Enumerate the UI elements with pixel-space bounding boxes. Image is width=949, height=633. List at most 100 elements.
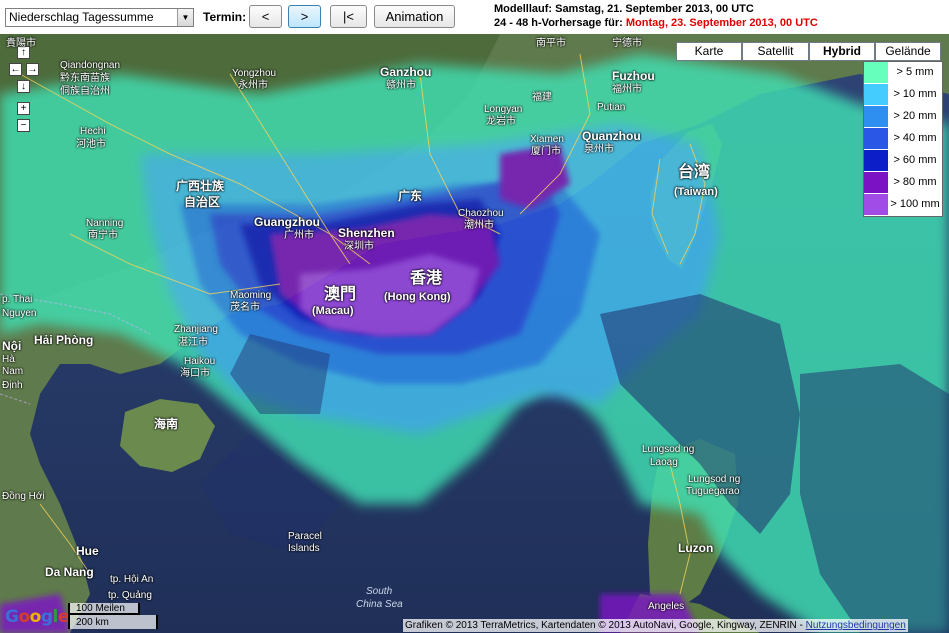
place-label: Zhanjiang	[174, 324, 218, 335]
legend-swatch	[864, 194, 888, 215]
legend-row: > 20 mm	[864, 106, 942, 128]
place-label: Lungsod ng	[642, 444, 695, 455]
pan-right-icon[interactable]: →	[26, 63, 39, 76]
place-label: 潮州市	[464, 220, 494, 231]
place-label: 河池市	[76, 139, 106, 150]
place-label: Longyan	[484, 104, 523, 115]
legend-label: > 100 mm	[890, 198, 940, 210]
scale-bar: 100 Meilen 200 km	[68, 601, 158, 631]
place-label: Quanzhou	[582, 129, 641, 143]
place-label: Ganzhou	[380, 65, 432, 79]
scale-km-label: 200 km	[76, 617, 109, 628]
place-label: Chaozhou	[458, 208, 504, 219]
map-canvas[interactable]: Karte Satellit Hybrid Gelände > 5 mm > 1…	[0, 34, 949, 633]
place-label: p. Thai	[2, 294, 33, 305]
forecast-date: Montag, 23. September 2013, 00 UTC	[625, 17, 818, 29]
parameter-select[interactable]: Niederschlag Tagessumme ▼	[5, 8, 194, 27]
google-logo[interactable]: Google	[5, 607, 69, 627]
place-label: 深圳市	[344, 241, 374, 252]
place-label: Luzon	[678, 541, 714, 555]
legend-row: > 60 mm	[864, 150, 942, 172]
legend-swatch	[864, 172, 888, 193]
place-label: 澳門	[324, 286, 357, 303]
map-type-gelaende[interactable]: Gelände	[875, 42, 941, 61]
legend-swatch	[864, 84, 888, 105]
chevron-down-icon[interactable]: ▼	[177, 9, 193, 26]
zoom-in-icon[interactable]: +	[17, 102, 30, 115]
place-label: 貴陽市	[6, 38, 36, 49]
forecast-line: 24 - 48 h-Vorhersage für: Montag, 23. Se…	[494, 16, 818, 30]
place-label: 侗族自治州	[60, 86, 110, 97]
legend-swatch	[864, 150, 888, 171]
map-attribution: Grafiken © 2013 TerraMetrics, Kartendate…	[403, 619, 908, 632]
place-label: Hechi	[80, 126, 106, 137]
place-label: 海南	[154, 417, 179, 431]
legend-label: > 40 mm	[893, 132, 937, 144]
place-label: Nguyen	[2, 308, 37, 319]
legend-label: > 10 mm	[893, 88, 937, 100]
place-label: 赣州市	[386, 80, 416, 91]
animation-button[interactable]: Animation	[374, 5, 455, 28]
legend-label: > 60 mm	[893, 154, 937, 166]
place-label: 福州市	[612, 84, 642, 95]
place-label: 茂名市	[230, 302, 260, 313]
place-label: Islands	[288, 543, 320, 554]
place-label: Laoag	[650, 457, 678, 468]
place-label: South	[366, 586, 393, 597]
place-label: (Macau)	[312, 305, 354, 317]
place-label: Fuzhou	[612, 69, 655, 83]
place-label: 南宁市	[88, 230, 118, 241]
first-button[interactable]: |<	[330, 5, 367, 28]
place-label: 厦门市	[531, 146, 561, 157]
legend-swatch	[864, 62, 888, 83]
place-label: Nam	[2, 366, 24, 377]
place-label: Hà	[2, 354, 15, 365]
legend-swatch	[864, 128, 888, 149]
place-label: Qiandongnan	[60, 60, 121, 71]
legend-row: > 80 mm	[864, 172, 942, 194]
place-label: 湛江市	[178, 337, 208, 348]
model-run-text: Modelllauf: Samstag, 21. September 2013,…	[494, 3, 754, 15]
previous-button[interactable]: <	[249, 5, 282, 28]
place-label: 宁德市	[612, 38, 642, 49]
forecast-prefix: 24 - 48 h-Vorhersage für:	[494, 17, 623, 29]
map-type-hybrid[interactable]: Hybrid	[809, 42, 875, 61]
legend-row: > 10 mm	[864, 84, 942, 106]
place-label: Paracel	[288, 531, 322, 542]
map-type-satellit[interactable]: Satellit	[742, 42, 809, 61]
place-label: 黔东南苗族	[60, 73, 110, 84]
place-label: 广西壮族	[176, 179, 225, 193]
place-label: Putian	[597, 102, 626, 113]
legend-row: > 40 mm	[864, 128, 942, 150]
place-label: Nanning	[86, 218, 124, 229]
place-label: Hải Phòng	[34, 333, 94, 347]
place-label: Hue	[76, 544, 99, 558]
place-label: 福建	[532, 92, 552, 103]
legend-label: > 5 mm	[896, 66, 934, 78]
attribution-text: Grafiken © 2013 TerraMetrics, Kartendate…	[405, 620, 803, 631]
place-label: 香港	[410, 270, 443, 287]
place-label: tp. Hội An	[110, 574, 154, 585]
map-type-karte[interactable]: Karte	[676, 42, 742, 61]
place-label: China Sea	[356, 599, 403, 610]
place-label: Haikou	[184, 356, 216, 367]
place-label: Định	[2, 380, 23, 391]
forecast-info: Modelllauf: Samstag, 21. September 2013,…	[494, 2, 818, 30]
place-label: 永州市	[238, 80, 268, 91]
legend-row: > 100 mm	[864, 194, 942, 216]
next-button[interactable]: >	[288, 5, 321, 28]
place-label: Angeles	[648, 601, 685, 612]
place-label: Shenzhen	[338, 226, 395, 240]
place-label: 泉州市	[584, 144, 614, 155]
place-label: Xiamen	[530, 134, 564, 145]
pan-down-icon[interactable]: ↓	[17, 80, 30, 93]
pan-left-icon[interactable]: ←	[9, 63, 22, 76]
place-label: 台湾	[678, 164, 711, 181]
zoom-out-icon[interactable]: −	[17, 119, 30, 132]
scale-miles-label: 100 Meilen	[76, 603, 125, 614]
place-label: Đồng Hới	[2, 491, 45, 502]
place-label: tp. Quảng	[108, 590, 152, 601]
terms-link[interactable]: Nutzungsbedingungen	[806, 620, 906, 631]
parameter-select-value: Niederschlag Tagessumme	[9, 10, 154, 24]
place-label: 广东	[398, 189, 423, 203]
